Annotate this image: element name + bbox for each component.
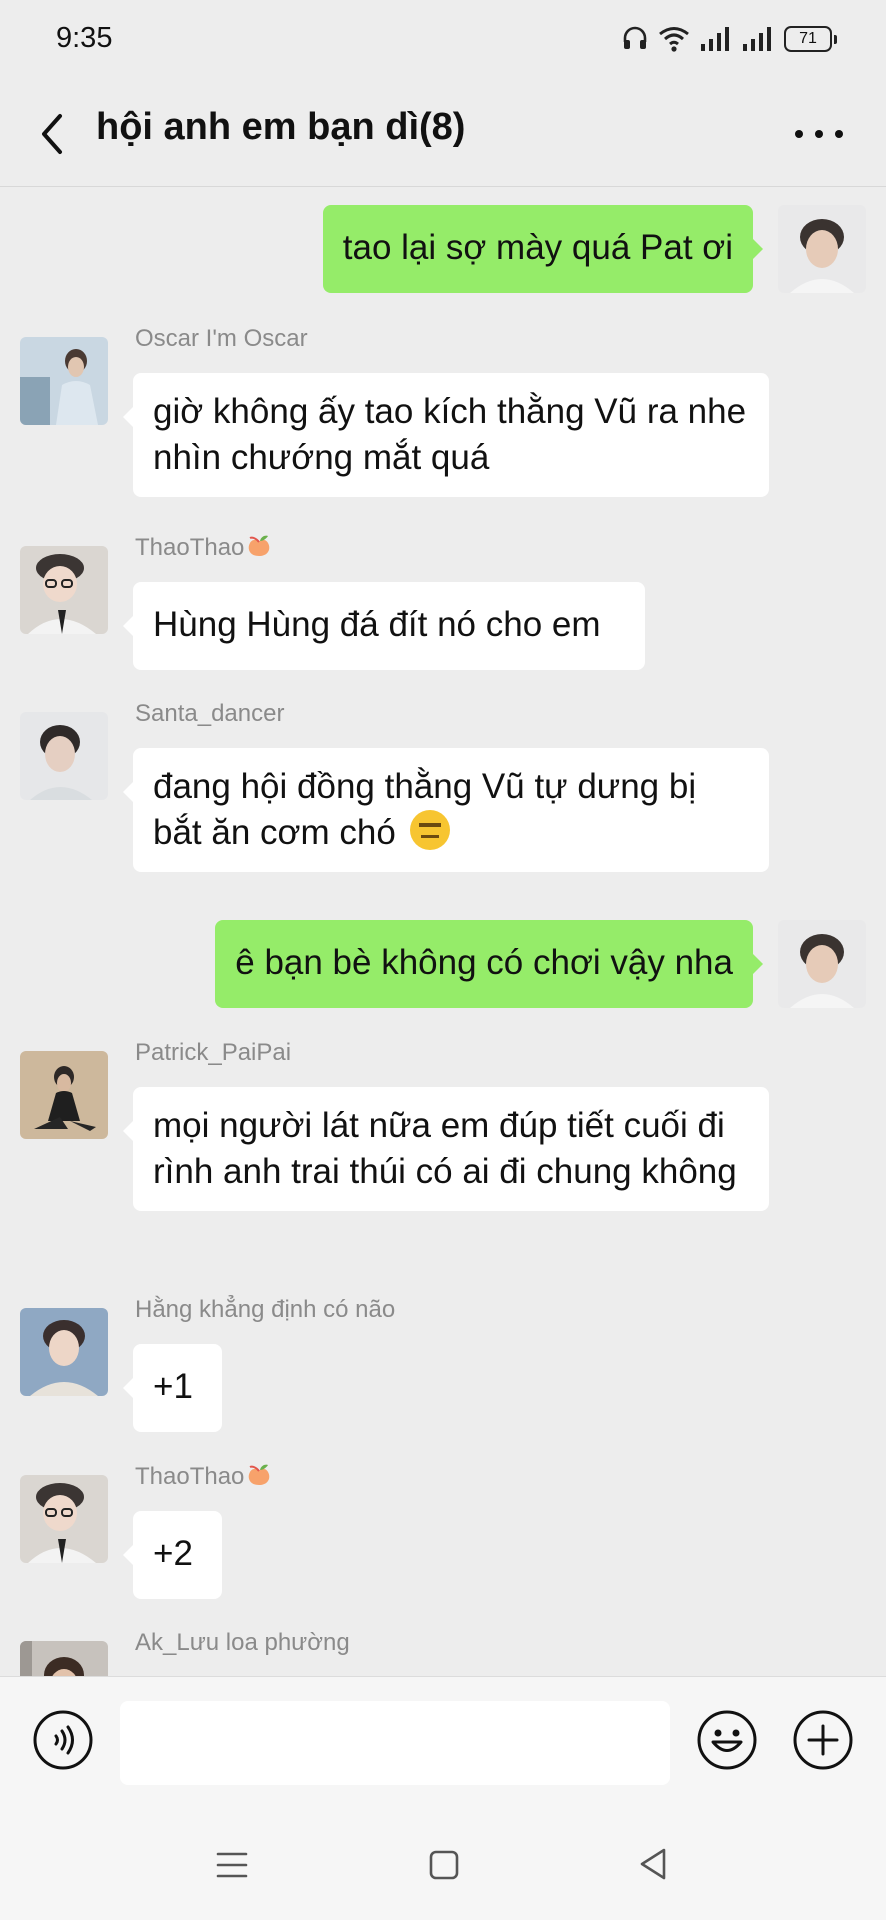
sender-name: ThaoThao: [135, 534, 272, 562]
avatar[interactable]: [778, 205, 866, 293]
chat-header: hội anh em bạn dì(8): [0, 80, 886, 187]
sender-name: Oscar I'm Oscar: [135, 325, 308, 352]
avatar[interactable]: [20, 712, 108, 800]
message-bubble[interactable]: +1: [123, 1344, 222, 1432]
more-dots-icon[interactable]: [792, 114, 846, 154]
message-bubble[interactable]: ê bạn bè không có chơi vậy nha: [215, 920, 763, 1008]
input-bar: [0, 1676, 886, 1813]
signal-icon: [743, 27, 771, 51]
avatar[interactable]: [20, 1051, 108, 1139]
expressionless-face-icon: [409, 810, 450, 850]
avatar[interactable]: [20, 546, 108, 634]
avatar[interactable]: [778, 920, 866, 1008]
sender-name: Santa_dancer: [135, 700, 285, 727]
message-bubble[interactable]: Hùng Hùng đá đít nó cho em: [123, 582, 645, 670]
page-title: hội anh em bạn dì(8): [96, 106, 466, 148]
sender-name: Patrick_PaiPai: [135, 1039, 292, 1066]
sender-name: Ak_Lưu loa phường: [135, 1629, 350, 1656]
message-bubble[interactable]: +2: [123, 1511, 222, 1599]
chevron-left-icon[interactable]: [30, 108, 76, 160]
sender-name: Hằng khẳng định có não: [135, 1296, 396, 1323]
chat-messages[interactable]: tao lại sợ mày quá Pat ơi Oscar I'm Osca…: [0, 187, 886, 1676]
avatar[interactable]: [20, 337, 108, 425]
message-input[interactable]: [120, 1701, 670, 1785]
status-time: 9:35: [56, 22, 113, 54]
home-icon[interactable]: [428, 1848, 460, 1882]
peach-icon: [249, 1464, 270, 1485]
sender-name-text: ThaoThao: [135, 1463, 245, 1490]
sender-name: ThaoThao: [135, 1463, 272, 1491]
signal-icon: [701, 27, 729, 51]
back-triangle-icon[interactable]: [636, 1846, 670, 1882]
status-icons: 71: [622, 24, 837, 54]
status-bar: 9:35 71: [0, 0, 886, 80]
message-bubble[interactable]: đang hội đồng thằng Vũ tự dưng bị bắt ăn…: [123, 748, 769, 872]
avatar[interactable]: [20, 1308, 108, 1396]
avatar[interactable]: [20, 1475, 108, 1563]
message-bubble[interactable]: tao lại sợ mày quá Pat ơi: [322, 205, 764, 293]
menu-icon[interactable]: [216, 1848, 248, 1882]
system-nav-bar: [0, 1812, 886, 1920]
sender-name-text: ThaoThao: [135, 534, 245, 561]
battery-icon: 71: [784, 26, 837, 52]
headphones-icon: [623, 26, 647, 49]
emoji-icon[interactable]: [696, 1709, 758, 1771]
message-bubble[interactable]: giờ không ấy tao kích thằng Vũ ra nhe nh…: [123, 373, 769, 497]
message-bubble[interactable]: mọi người lát nữa em đúp tiết cuối đi rì…: [123, 1087, 769, 1211]
avatar[interactable]: [20, 1641, 108, 1676]
voice-icon[interactable]: [32, 1709, 94, 1771]
peach-icon: [249, 535, 270, 556]
wifi-icon: [659, 27, 689, 52]
plus-icon[interactable]: [792, 1709, 854, 1771]
